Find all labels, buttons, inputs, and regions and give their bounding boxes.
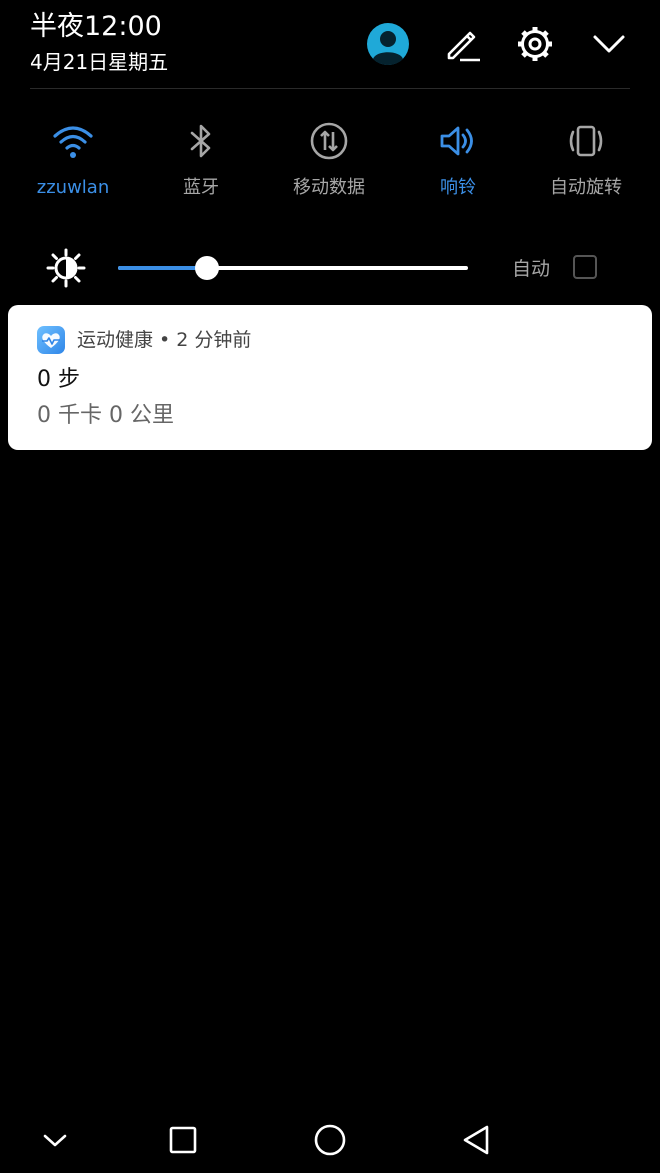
notification-shade: 半夜12:00 4月21日星期五 zzuwlan 蓝牙 移动数据 响铃 自动旋转…: [0, 0, 660, 1173]
edit-pencil-icon[interactable]: [440, 22, 484, 66]
brightness-fill: [118, 266, 207, 270]
bluetooth-icon: [178, 118, 224, 164]
speaker-icon: [435, 118, 481, 164]
mobile-data-icon: [306, 118, 352, 164]
header-divider: [30, 88, 630, 89]
wifi-icon: [50, 118, 96, 164]
clock-date[interactable]: 4月21日星期五: [30, 48, 168, 76]
toggle-wifi[interactable]: zzuwlan: [9, 118, 137, 214]
back-icon[interactable]: [454, 1118, 498, 1162]
avatar-icon[interactable]: [366, 22, 410, 66]
gear-icon[interactable]: [513, 22, 557, 66]
toggle-mobile-data-label: 移动数据: [293, 177, 365, 198]
brightness-thumb[interactable]: [195, 256, 219, 280]
clock-time: 半夜12:00: [30, 11, 162, 42]
toggle-ringer-label: 响铃: [440, 177, 476, 198]
notification-title: 0 步: [37, 367, 80, 392]
notification-body: 0 千卡 0 公里: [37, 403, 174, 428]
auto-rotate-icon: [563, 118, 609, 164]
toggle-bluetooth[interactable]: 蓝牙: [137, 118, 265, 214]
toggle-wifi-label: zzuwlan: [36, 177, 110, 198]
auto-brightness-checkbox[interactable]: [573, 255, 597, 279]
chevron-down-icon[interactable]: [33, 1118, 77, 1162]
brightness-icon: [44, 246, 88, 290]
home-icon[interactable]: [308, 1118, 352, 1162]
toggle-ringer[interactable]: 响铃: [394, 118, 522, 214]
toggle-auto-rotate[interactable]: 自动旋转: [522, 118, 650, 214]
toggle-mobile-data[interactable]: 移动数据: [265, 118, 393, 214]
shade-header: 半夜12:00 4月21日星期五: [0, 0, 660, 88]
toggle-bluetooth-label: 蓝牙: [183, 177, 219, 198]
health-notification[interactable]: 运动健康 • 2 分钟前 0 步 0 千卡 0 公里: [8, 305, 652, 450]
brightness-slider[interactable]: [118, 256, 468, 280]
auto-brightness-label: 自动: [512, 258, 551, 280]
recent-apps-icon[interactable]: [161, 1118, 205, 1162]
chevron-down-icon[interactable]: [587, 22, 631, 66]
toggle-auto-rotate-label: 自动旋转: [550, 177, 622, 198]
health-app-icon: [37, 326, 65, 354]
notification-header: 运动健康 • 2 分钟前: [77, 329, 252, 351]
